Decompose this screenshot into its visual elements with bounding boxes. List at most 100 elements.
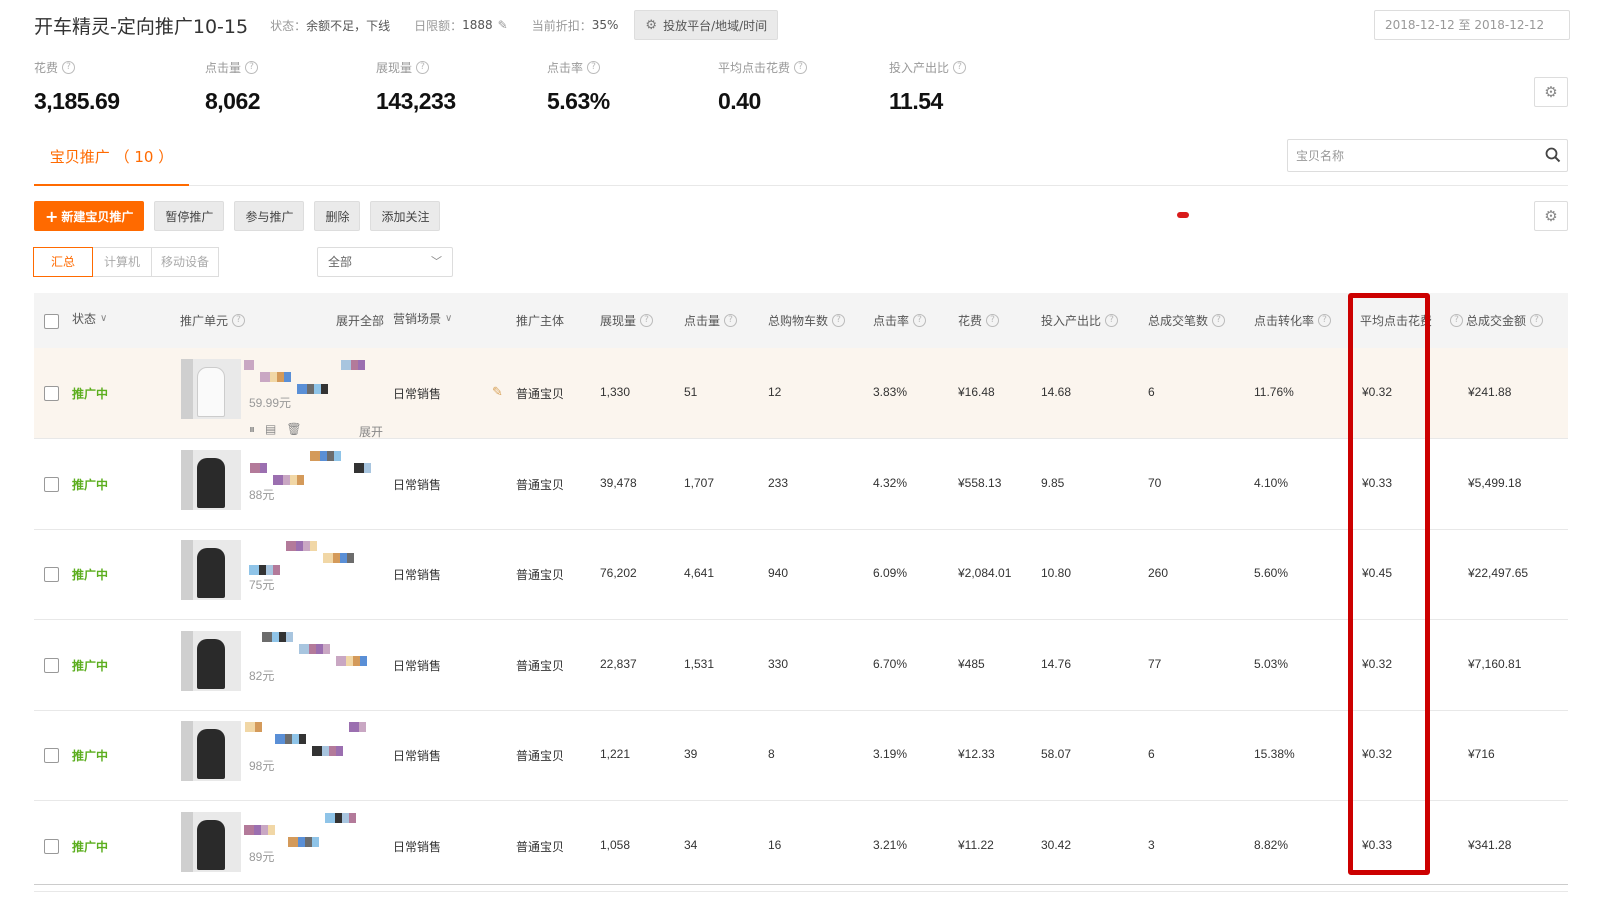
row-checkbox[interactable] bbox=[44, 657, 59, 673]
segment-mobile[interactable]: 移动设备 bbox=[151, 247, 219, 277]
col-status[interactable]: 状态 ∨ bbox=[72, 310, 107, 327]
expand-link[interactable]: 展开 bbox=[359, 423, 383, 440]
row-actions: ⏸ ▤ 🗑 bbox=[249, 422, 302, 437]
filter-select[interactable]: 全部 ﹀ bbox=[317, 247, 453, 277]
ctr-cell: 3.83% bbox=[873, 385, 908, 399]
scene-cell: 日常销售 bbox=[393, 658, 442, 673]
help-icon[interactable]: ? bbox=[794, 60, 808, 74]
help-icon: ? bbox=[913, 314, 927, 327]
table-row[interactable]: 推广中 88元 日常销售 普通宝贝 39,478 1,707 233 4.32% ¥558.13… bbox=[34, 439, 1568, 530]
impressions-cell: 1,330 bbox=[600, 385, 631, 399]
product-thumbnail[interactable] bbox=[181, 630, 241, 691]
pause-icon[interactable]: ⏸ bbox=[249, 422, 255, 437]
plus-icon: + bbox=[45, 206, 59, 226]
col-cost[interactable]: 花费? bbox=[958, 312, 1000, 329]
clicks-cell: 39 bbox=[684, 747, 698, 762]
table-row[interactable]: 推广中 98元 日常销售 普通宝贝 1,221 39 8 3.19% ¥12.33 58.07 6 1… bbox=[34, 710, 1568, 802]
col-carts[interactable]: 总购物车数? bbox=[768, 312, 846, 329]
col-impressions[interactable]: 展现量? bbox=[600, 312, 654, 329]
segment-computer[interactable]: 计算机 bbox=[92, 247, 152, 277]
row-checkbox[interactable] bbox=[44, 476, 59, 492]
roi-cell: 10.80 bbox=[1041, 566, 1072, 581]
product-thumbnail[interactable] bbox=[181, 721, 241, 782]
help-icon[interactable]: ? bbox=[62, 60, 76, 74]
edit-pencil-icon[interactable]: ✎ bbox=[492, 385, 503, 400]
segment-all[interactable]: 汇总 bbox=[33, 247, 93, 277]
table-row[interactable]: 推广中 82元 日常销售 普通宝贝 22,837 1,531 330 6.70% ¥485 14.… bbox=[34, 620, 1568, 711]
budget-label: 日限额： bbox=[414, 18, 463, 33]
col-cvr[interactable]: 点击转化率? bbox=[1254, 312, 1332, 329]
col-roi[interactable]: 投入产出比? bbox=[1041, 312, 1119, 329]
add-follow-button[interactable]: 添加关注 bbox=[370, 201, 441, 231]
ctr-cell: 6.70% bbox=[873, 656, 908, 671]
orders-cell: 6 bbox=[1148, 747, 1155, 762]
help-icon[interactable]: ? bbox=[416, 60, 430, 74]
product-price: 75元 bbox=[249, 578, 275, 593]
metric-label: 点击率 bbox=[547, 60, 584, 75]
help-icon: ? bbox=[1450, 314, 1464, 327]
expand-all-link[interactable]: 展开全部 bbox=[336, 312, 384, 329]
help-icon[interactable]: ? bbox=[245, 60, 259, 74]
select-all-checkbox[interactable] bbox=[44, 314, 59, 329]
status-badge: 推广中 bbox=[72, 658, 109, 673]
col-unit: 推广单元? bbox=[180, 312, 246, 329]
row-checkbox[interactable] bbox=[44, 567, 59, 583]
scene-cell: 日常销售 bbox=[393, 387, 442, 401]
new-promotion-button[interactable]: + 新建宝贝推广 bbox=[34, 201, 145, 231]
metrics-settings-gear-icon[interactable]: ⚙ bbox=[1534, 77, 1568, 107]
col-orders[interactable]: 总成交笔数? bbox=[1148, 312, 1226, 329]
metric-value: 8,062 bbox=[205, 88, 261, 114]
table-settings-gear-icon[interactable]: ⚙ bbox=[1534, 201, 1568, 231]
product-thumbnail[interactable] bbox=[181, 359, 241, 419]
edit-budget-icon[interactable]: ✎ bbox=[498, 18, 508, 32]
gmv-cell: ¥341.28 bbox=[1468, 838, 1512, 852]
cost-cell: ¥485 bbox=[958, 656, 985, 671]
search-input[interactable] bbox=[1288, 140, 1528, 171]
row-checkbox[interactable] bbox=[44, 839, 59, 854]
table-row[interactable]: 推广中 59.99元 ⏸ ▤ 🗑 展开 ✎ 日常销售 普通宝贝 1,330 51 12 3.83% ¥16… bbox=[34, 348, 1568, 439]
help-icon: ? bbox=[986, 314, 1000, 327]
orders-cell: 70 bbox=[1148, 475, 1162, 490]
cvr-cell: 8.82% bbox=[1254, 838, 1289, 852]
subject-cell: 普通宝贝 bbox=[516, 387, 565, 401]
help-icon[interactable]: ? bbox=[587, 60, 601, 74]
platform-button-label: 投放平台/地域/时间 bbox=[663, 18, 768, 33]
tab-item-promotion[interactable]: 宝贝推广 （ 10 ） bbox=[34, 140, 189, 186]
row-checkbox[interactable] bbox=[44, 386, 59, 401]
product-thumbnail[interactable] bbox=[181, 449, 241, 510]
gear-icon: ⚙ bbox=[645, 17, 658, 33]
product-price: 89元 bbox=[249, 850, 275, 864]
trash-icon[interactable]: 🗑 bbox=[286, 422, 301, 437]
metric-ctr: 点击率? 5.63% bbox=[547, 58, 718, 115]
ctr-cell: 3.21% bbox=[873, 838, 908, 852]
cost-cell: ¥16.48 bbox=[958, 385, 995, 399]
copy-icon[interactable]: ▤ bbox=[265, 422, 276, 437]
col-scene[interactable]: 营销场景 ∨ bbox=[393, 310, 452, 327]
scene-cell: 日常销售 bbox=[393, 749, 442, 764]
cost-cell: ¥558.13 bbox=[958, 475, 1002, 490]
search-icon[interactable] bbox=[1545, 147, 1561, 163]
table-row[interactable]: 推广中 75元 日常销售 普通宝贝 76,202 4,641 940 6.09% ¥2,084.… bbox=[34, 529, 1568, 621]
delete-button[interactable]: 删除 bbox=[314, 201, 361, 231]
product-thumbnail[interactable] bbox=[181, 540, 241, 601]
join-button[interactable]: 参与推广 bbox=[234, 201, 305, 231]
orders-cell: 3 bbox=[1148, 838, 1155, 852]
orders-cell: 6 bbox=[1148, 385, 1155, 399]
roi-cell: 14.68 bbox=[1041, 385, 1072, 399]
table-row[interactable]: 推广中 89元 日常销售 普通宝贝 1,058 34 16 3.21% ¥11.22 30.42 3… bbox=[34, 801, 1568, 892]
platform-settings-button[interactable]: ⚙ 投放平台/地域/时间 bbox=[634, 10, 779, 40]
pause-button[interactable]: 暂停推广 bbox=[154, 201, 225, 231]
campaign-status: 状态： 余额不足，下线 bbox=[270, 17, 390, 34]
product-thumbnail[interactable] bbox=[181, 812, 241, 872]
impressions-cell: 1,221 bbox=[600, 747, 631, 762]
help-icon[interactable]: ? bbox=[953, 60, 967, 74]
status-value: 余额不足，下线 bbox=[306, 18, 391, 33]
col-subject: 推广主体 bbox=[516, 314, 565, 328]
date-range-picker[interactable]: 2018-12-12 至 2018-12-12 bbox=[1374, 10, 1570, 40]
product-price: 82元 bbox=[249, 668, 275, 683]
col-ctr[interactable]: 点击率? bbox=[873, 312, 927, 329]
discount-value: 35% bbox=[591, 18, 619, 32]
row-checkbox[interactable] bbox=[44, 748, 59, 764]
col-gmv[interactable]: 总成交金额? bbox=[1466, 312, 1544, 329]
col-clicks[interactable]: 点击量? bbox=[684, 312, 738, 329]
